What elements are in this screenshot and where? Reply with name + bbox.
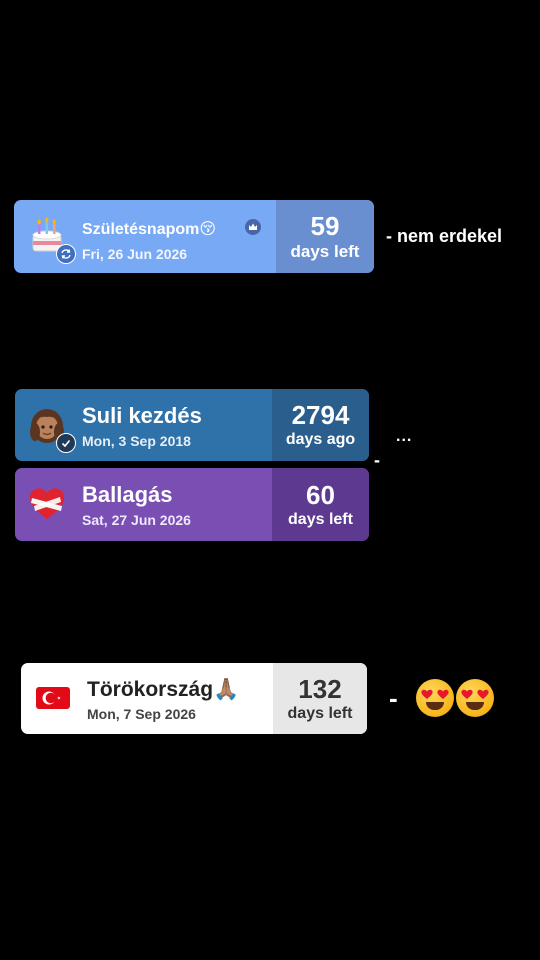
countdown-card-graduation[interactable]: Ballagás Sat, 27 Jun 2026 60 days left [15,468,369,541]
mending-heart-icon [27,484,67,524]
card-title: Suli kezdés [82,403,202,428]
note-dash: - [374,450,380,470]
days-counter: 60 days left [272,468,369,541]
card-title: Törökország🙏🏽 [87,678,240,701]
countdown-card-turkey[interactable]: Törökország🙏🏽 Mon, 7 Sep 2026 132 days l… [21,663,367,734]
days-count: 60 [306,479,335,510]
repeat-icon [56,244,76,264]
countdown-card-school[interactable]: Suli kezdés Mon, 3 Sep 2018 2794 days ag… [15,389,369,461]
card-texts: Törökország🙏🏽 Mon, 7 Sep 2026 [87,679,239,721]
note-text: - nem erdekel [386,226,503,246]
card-main: Suli kezdés Mon, 3 Sep 2018 [15,389,272,461]
card-texts: Suli kezdés Mon, 3 Sep 2018 [82,403,202,449]
note-with-emojis: - [389,679,494,717]
card-date: Sat, 27 Jun 2026 [82,512,191,528]
days-counter: 2794 days ago [272,389,369,461]
days-counter: 132 days left [273,663,367,734]
heart-eyes-face-icon [455,679,494,717]
days-unit: days left [288,510,353,528]
days-unit: days left [290,242,360,261]
card-main: Törökország🙏🏽 Mon, 7 Sep 2026 [21,663,273,734]
countdown-card-birthday[interactable]: Születésnapom😚 Fri, 26 Jun 2026 59 days … [14,200,374,273]
days-counter: 59 days left [276,200,374,273]
card-texts: Ballagás Sat, 27 Jun 2026 [82,482,191,528]
card-date: Fri, 26 Jun 2026 [82,246,188,262]
card-texts: Születésnapom😚 Fri, 26 Jun 2026 [82,221,217,262]
card-date: Mon, 7 Sep 2026 [87,706,196,722]
crown-icon [245,219,261,235]
note-ellipsis: ... [396,428,413,445]
days-count: 59 [310,211,340,241]
card-main: Ballagás Sat, 27 Jun 2026 [15,468,272,541]
days-count: 2794 [291,400,350,430]
checkmark-icon [56,433,76,453]
note-dash: - [389,682,398,713]
days-unit: days ago [285,431,356,448]
card-date: Mon, 3 Sep 2018 [82,433,191,449]
heart-eyes-face-icon [415,679,454,717]
card-main: Születésnapom😚 Fri, 26 Jun 2026 [14,200,276,273]
turkey-flag-icon [35,683,71,713]
days-count: 132 [298,673,342,704]
card-title: Születésnapom😚 [82,221,217,238]
card-title: Ballagás [82,482,173,507]
days-unit: days left [287,704,353,722]
